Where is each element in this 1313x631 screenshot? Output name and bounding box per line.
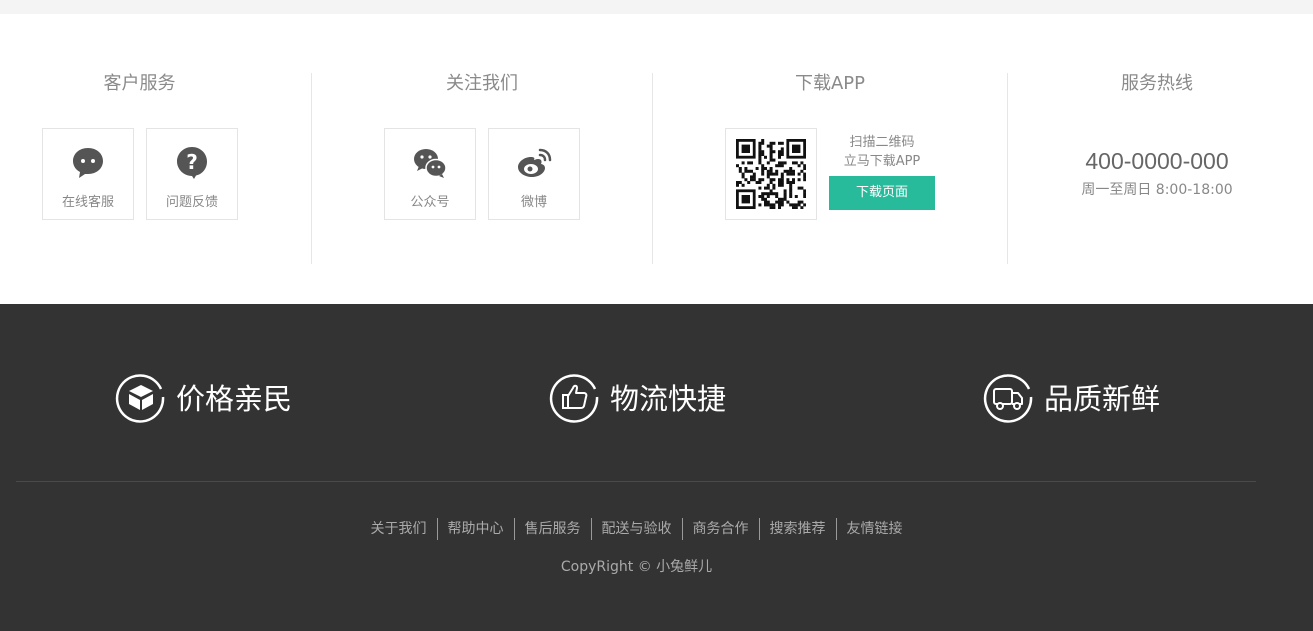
copyright: CopyRight © 小兔鲜儿 (560, 559, 713, 575)
online-service-button[interactable]: 在线客服 (42, 128, 134, 220)
contact-section: 客户服务 在线客服 ? 问题反馈 关注我们 公众号 微博 下载APP 扫描二维码… (0, 14, 1313, 304)
qr-code (725, 128, 817, 220)
wechat-account-button[interactable]: 公众号 (384, 128, 476, 220)
qr-hint-line2: 立马下载APP (843, 154, 921, 169)
box-icon (115, 374, 165, 423)
question-bubble-icon: ? (177, 147, 207, 179)
promise-logistics-text: 物流快捷 (610, 382, 727, 416)
follow-us-column: 关注我们 公众号 微博 (311, 73, 652, 264)
link-search-recommend[interactable]: 搜索推荐 (758, 518, 836, 540)
customer-service-column: 客户服务 在线客服 ? 问题反馈 (0, 73, 311, 264)
thumbs-up-icon (549, 374, 599, 423)
feedback-label: 问题反馈 (165, 195, 218, 210)
link-about-us[interactable]: 关于我们 (361, 518, 437, 540)
download-page-button[interactable]: 下载页面 (829, 176, 935, 210)
promise-logistics: 物流快捷 (549, 370, 726, 424)
link-business[interactable]: 商务合作 (681, 518, 759, 540)
link-friend-links[interactable]: 友情链接 (835, 518, 913, 540)
chat-bubble-icon (73, 148, 103, 178)
link-help-center[interactable]: 帮助中心 (436, 518, 514, 540)
footer-links: 关于我们 帮助中心 售后服务 配送与验收 商务合作 搜索推荐 友情链接 (0, 518, 1273, 540)
footer-divider (16, 481, 1256, 482)
hotline-column: 服务热线 400-0000-000 周一至周日 8:00-18:00 (1007, 73, 1313, 264)
qr-hint-line1: 扫描二维码 (849, 135, 915, 150)
wechat-icon (414, 149, 447, 178)
link-after-sales[interactable]: 售后服务 (513, 518, 591, 540)
hotline-number: 400-0000-000 (1085, 148, 1229, 174)
hotline-title: 服务热线 (1121, 73, 1193, 94)
footer: 价格亲民 物流快捷 品质新鲜 关于我们 帮助中心 售后服务 配送与验收 商务合作… (0, 304, 1313, 631)
hotline-hours: 周一至周日 8:00-18:00 (1081, 182, 1233, 198)
top-strip (0, 0, 1313, 14)
promise-quality-text: 品质新鲜 (1044, 382, 1161, 416)
online-service-label: 在线客服 (61, 195, 114, 210)
weibo-icon (518, 148, 552, 177)
promise-quality: 品质新鲜 (983, 370, 1160, 424)
customer-service-title: 客户服务 (103, 73, 176, 94)
link-delivery[interactable]: 配送与验收 (590, 518, 682, 540)
wechat-account-label: 公众号 (410, 195, 450, 210)
download-app-column: 下载APP 扫描二维码 立马下载APP 下载页面 (652, 73, 1007, 264)
download-app-title: 下载APP (794, 73, 866, 94)
promise-price: 价格亲民 (115, 370, 292, 424)
qr-code-image (736, 139, 806, 209)
weibo-button[interactable]: 微博 (488, 128, 580, 220)
follow-us-title: 关注我们 (446, 73, 518, 94)
promise-price-text: 价格亲民 (176, 382, 293, 416)
feedback-button[interactable]: ? 问题反馈 (146, 128, 238, 220)
svg-text:?: ? (186, 150, 198, 174)
truck-icon (983, 374, 1033, 423)
weibo-label: 微博 (520, 195, 547, 210)
